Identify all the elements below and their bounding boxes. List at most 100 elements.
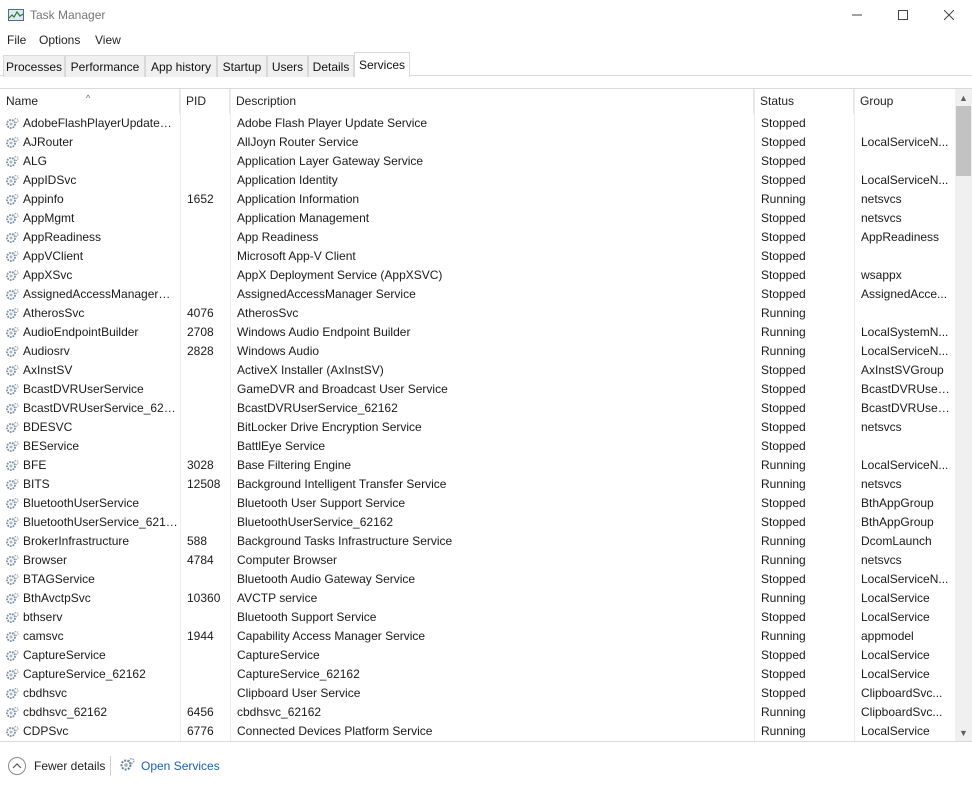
service-status: Running [761,629,806,643]
service-description: BluetoothUserService_62162 [237,515,394,529]
table-row[interactable]: AppIDSvc Application Identity Stopped Local… [0,171,955,190]
service-description: Windows Audio [237,344,320,358]
vertical-scrollbar[interactable]: ▲ ▼ [955,89,972,741]
service-status: Stopped [761,686,806,700]
tab-details[interactable]: Details [308,55,354,77]
menu-file[interactable]: File [7,33,26,47]
table-row[interactable]: BFE 3028 Base Filtering Engine Running Local… [0,456,955,475]
service-description: BcastDVRUserService_62162 [237,401,398,415]
table-row[interactable]: BITS 12508 Background Intelligent Transfer… [0,475,955,494]
service-group: netsvcs [861,477,902,491]
service-group: ClipboardSvc... [861,686,943,700]
maximize-button[interactable] [880,0,926,30]
table-row[interactable]: BrokerInfrastructure 588 Background Tasks … [0,532,955,551]
service-name: CaptureService [23,648,106,662]
service-name: BITS [23,477,50,491]
table-row[interactable]: AppMgmt Application Management Stopped nets… [0,209,955,228]
tab-app-history[interactable]: App history [145,55,217,77]
gears-icon [5,611,19,625]
scroll-up-arrow-icon[interactable]: ▲ [955,89,972,106]
fewer-details-button[interactable]: Fewer details [8,756,105,776]
scroll-thumb[interactable] [956,106,971,176]
table-row[interactable]: BluetoothUserService Bluetooth User Suppo… [0,494,955,513]
gears-icon [5,725,19,739]
gears-icon [5,288,19,302]
service-status: Stopped [761,135,806,149]
service-description: Application Management [237,211,370,225]
table-row[interactable]: BEService BattlEye Service Stopped [0,437,955,456]
gears-icon [5,269,19,283]
service-description: Application Identity [237,173,338,187]
tab-startup[interactable]: Startup [217,55,267,77]
service-name: Browser [23,553,68,567]
table-row[interactable]: AtherosSvc 4076 AtherosSvc Running [0,304,955,323]
table-row[interactable]: CDPSvc 6776 Connected Devices Platform Ser… [0,722,955,741]
service-group: LocalSystemN... [861,325,949,339]
service-status: Stopped [761,401,806,415]
service-pid: 588 [187,534,208,548]
open-services-link[interactable]: Open Services [119,756,220,776]
table-row[interactable]: BcastDVRUserService_62162 BcastDVRUserSer… [0,399,955,418]
table-row[interactable]: AssignedAccessManagerSvc AssignedAccessMa… [0,285,955,304]
table-body: AdobeFlashPlayerUpdateSvc Adobe Flash Pla… [0,114,955,741]
table-row[interactable]: CaptureService CaptureService Stopped Local… [0,646,955,665]
table-row[interactable]: cbdhsvc_62162 6456 cbdhsvc_62162 Running Cli… [0,703,955,722]
service-status: Running [761,724,806,738]
table-row[interactable]: BcastDVRUserService GameDVR and Broadcast… [0,380,955,399]
service-group: DcomLaunch [861,534,932,548]
table-row[interactable]: AxInstSV ActiveX Installer (AxInstSV) Stop… [0,361,955,380]
tab-services[interactable]: Services [354,52,410,77]
footer-divider [110,756,111,776]
table-row[interactable]: AJRouter AllJoyn Router Service Stopped Loc… [0,133,955,152]
service-pid [187,608,227,627]
service-description: Windows Audio Endpoint Builder [237,325,411,339]
scroll-down-arrow-icon[interactable]: ▼ [955,724,972,741]
menu-options[interactable]: Options [39,33,80,47]
service-status: Stopped [761,249,806,263]
table-row[interactable]: AppVClient Microsoft App-V Client Stopped [0,247,955,266]
service-group: AxInstSVGroup [861,363,944,377]
table-row[interactable]: ALG Application Layer Gateway Service Stop… [0,152,955,171]
table-row[interactable]: AudioEndpointBuilder 2708 Windows Audio En… [0,323,955,342]
table-row[interactable]: bthserv Bluetooth Support Service Stopped L… [0,608,955,627]
table-row[interactable]: AppReadiness App Readiness Stopped AppReadi… [0,228,955,247]
table-row[interactable]: CaptureService_62162 CaptureService_62162… [0,665,955,684]
minimize-button[interactable] [834,0,880,30]
table-row[interactable]: BthAvctpSvc 10360 AVCTP service Running Loca… [0,589,955,608]
tab-users[interactable]: Users [267,55,308,77]
menu-view[interactable]: View [95,33,121,47]
table-row[interactable]: AppXSvc AppX Deployment Service (AppXSVC)… [0,266,955,285]
table-row[interactable]: AdobeFlashPlayerUpdateSvc Adobe Flash Pla… [0,114,955,133]
table-row[interactable]: Audiosrv 2828 Windows Audio Running LocalSer… [0,342,955,361]
table-row[interactable]: cbdhsvc Clipboard User Service Stopped Clip… [0,684,955,703]
gears-icon [5,440,19,454]
tab-performance[interactable]: Performance [65,55,145,77]
column-header-name[interactable]: ^ Name [0,89,180,114]
column-header-status[interactable]: Status [754,89,854,114]
service-status: Stopped [761,420,806,434]
service-group [861,114,951,133]
service-group: LocalServiceN... [861,458,949,472]
service-group: LocalService [861,648,930,662]
service-group: LocalServiceN... [861,344,949,358]
service-description: AppX Deployment Service (AppXSVC) [237,268,443,282]
table-row[interactable]: camsvc 1944 Capability Access Manager Serv… [0,627,955,646]
service-status: Stopped [761,230,806,244]
service-pid [187,114,227,133]
service-description: Bluetooth User Support Service [237,496,406,510]
table-row[interactable]: BDESVC BitLocker Drive Encryption Service… [0,418,955,437]
service-status: Running [761,325,806,339]
column-header-description[interactable]: Description [230,89,754,114]
gears-icon [5,326,19,340]
table-row[interactable]: Appinfo 1652 Application Information Runnin… [0,190,955,209]
service-description: cbdhsvc_62162 [237,705,322,719]
table-row[interactable]: BTAGService Bluetooth Audio Gateway Servi… [0,570,955,589]
service-pid: 6456 [187,705,214,719]
column-header-group[interactable]: Group [854,89,955,114]
table-row[interactable]: Browser 4784 Computer Browser Running netsvc… [0,551,955,570]
close-button[interactable] [926,0,972,30]
table-row[interactable]: BluetoothUserService_62162 BluetoothUserS… [0,513,955,532]
service-pid [187,361,227,380]
column-header-pid[interactable]: PID [180,89,230,114]
tab-processes[interactable]: Processes [3,55,65,77]
